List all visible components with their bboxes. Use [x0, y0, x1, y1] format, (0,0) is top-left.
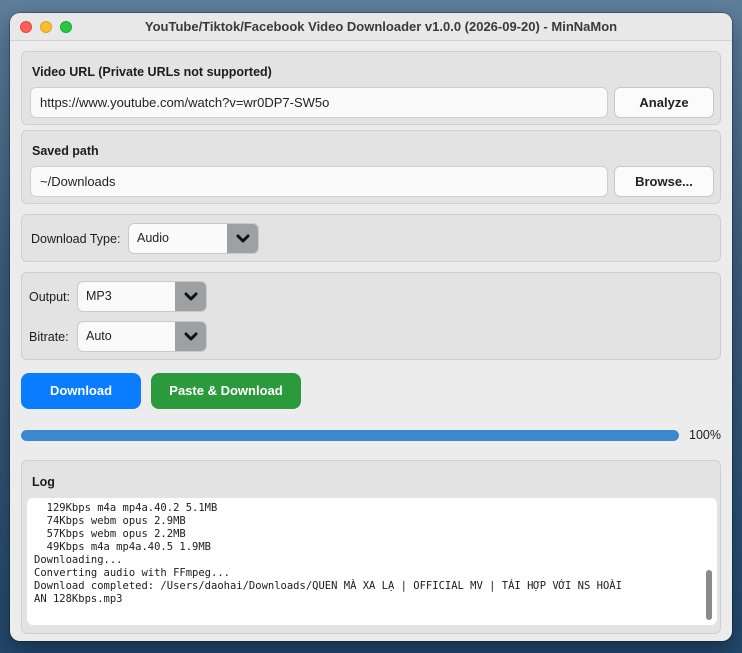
output-format-select[interactable]: MP3 — [77, 281, 207, 312]
output-format-value: MP3 — [86, 289, 112, 303]
download-type-label: Download Type: — [31, 232, 121, 246]
log-line: Converting audio with FFmpeg... — [34, 567, 230, 579]
bitrate-value: Auto — [86, 329, 112, 343]
window-title: YouTube/Tiktok/Facebook Video Downloader… — [144, 19, 618, 34]
download-type-value: Audio — [137, 231, 169, 245]
saved-path-input[interactable]: ~/Downloads — [30, 166, 608, 197]
progress-fill — [21, 430, 679, 441]
log-text: 129Kbps m4a mp4a.40.2 5.1MB 74Kbps webm … — [34, 502, 697, 606]
log-line: AN 128Kbps.mp3 — [34, 593, 123, 605]
saved-path-label: Saved path — [32, 144, 99, 158]
download-type-group: Download Type: Audio — [21, 214, 721, 262]
log-line: 57Kbps webm opus 2.2MB — [34, 528, 186, 540]
video-url-group: Video URL (Private URLs not supported) h… — [21, 51, 721, 125]
title-bar: YouTube/Tiktok/Facebook Video Downloader… — [10, 13, 732, 41]
output-label: Output: — [29, 290, 70, 304]
log-label: Log — [32, 475, 55, 489]
log-line: Downloading... — [34, 554, 123, 566]
output-settings-group: Output: MP3 Bitrate: Auto — [21, 272, 721, 360]
chevron-down-icon — [175, 282, 206, 311]
saved-path-group: Saved path ~/Downloads Browse... — [21, 130, 721, 204]
bitrate-select[interactable]: Auto — [77, 321, 207, 352]
log-line: 129Kbps m4a mp4a.40.2 5.1MB — [34, 502, 218, 514]
browse-button[interactable]: Browse... — [614, 166, 714, 197]
progress-bar — [21, 430, 679, 441]
analyze-button[interactable]: Analyze — [614, 87, 714, 118]
log-line: Download completed: /Users/daohai/Downlo… — [34, 580, 622, 592]
bitrate-label: Bitrate: — [29, 330, 69, 344]
download-type-select[interactable]: Audio — [128, 223, 259, 254]
progress-label: 100% — [689, 428, 721, 442]
video-url-input[interactable]: https://www.youtube.com/watch?v=wr0DP7-S… — [30, 87, 608, 118]
log-output[interactable]: 129Kbps m4a mp4a.40.2 5.1MB 74Kbps webm … — [27, 498, 717, 625]
log-group: Log 129Kbps m4a mp4a.40.2 5.1MB 74Kbps w… — [21, 460, 721, 634]
chevron-down-icon — [227, 224, 258, 253]
chevron-down-icon — [175, 322, 206, 351]
app-window: YouTube/Tiktok/Facebook Video Downloader… — [10, 13, 732, 641]
download-button[interactable]: Download — [21, 373, 141, 409]
paste-and-download-button[interactable]: Paste & Download — [151, 373, 301, 409]
log-line: 74Kbps webm opus 2.9MB — [34, 515, 186, 527]
video-url-label: Video URL (Private URLs not supported) — [32, 65, 272, 79]
log-line: 49Kbps m4a mp4a.40.5 1.9MB — [34, 541, 212, 553]
log-scrollbar[interactable] — [706, 570, 712, 620]
